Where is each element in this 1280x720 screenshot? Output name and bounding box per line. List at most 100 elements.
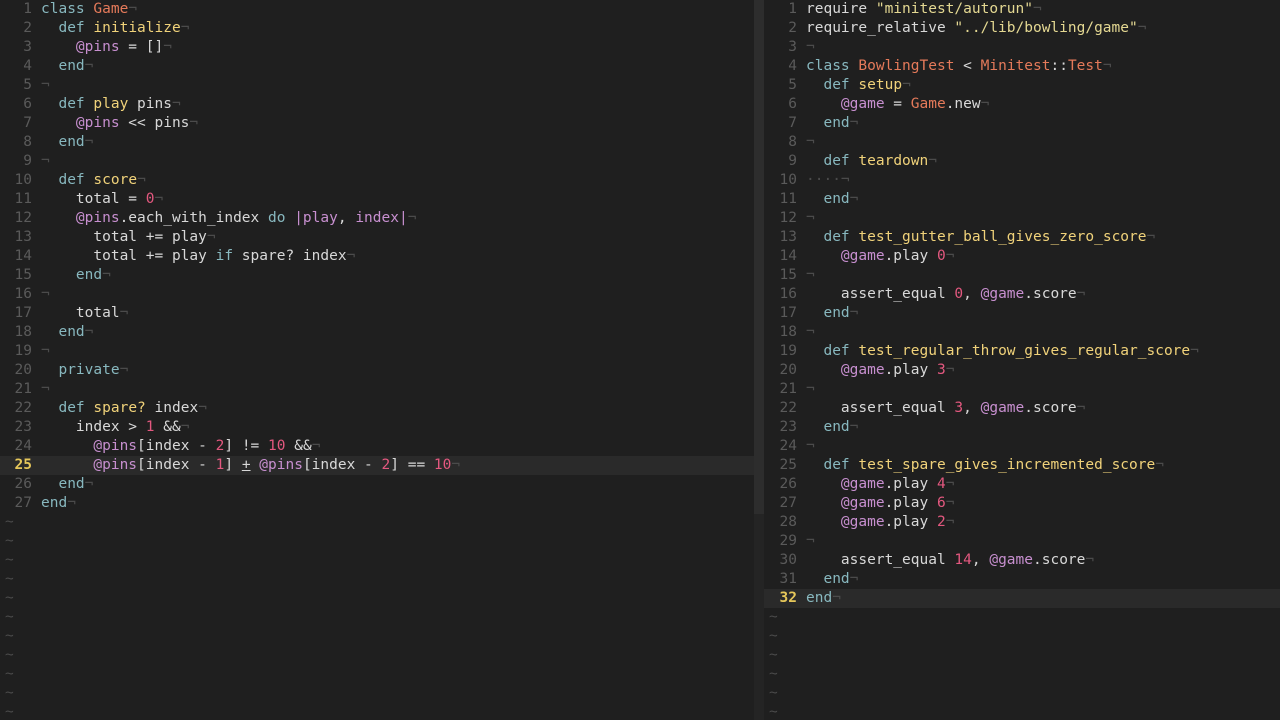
code-line[interactable]: 12 @pins.each_with_index do |play, index… bbox=[0, 209, 754, 228]
code-line[interactable]: 12 ¬ bbox=[764, 209, 1280, 228]
code-line[interactable]: 29 ¬ bbox=[764, 532, 1280, 551]
code-line[interactable]: 8 end¬ bbox=[0, 133, 754, 152]
eol-marker: ¬ bbox=[945, 248, 955, 264]
code-line[interactable]: 13 total += play¬ bbox=[0, 228, 754, 247]
code-line[interactable]: 11 end¬ bbox=[764, 190, 1280, 209]
code-token: @game bbox=[980, 400, 1025, 416]
code-line[interactable]: 21 ¬ bbox=[764, 380, 1280, 399]
tilde-marker: ~ bbox=[5, 571, 14, 587]
code-line[interactable]: 15 end¬ bbox=[0, 266, 754, 285]
code-line[interactable]: 14 total += play if spare? index¬ bbox=[0, 247, 754, 266]
code-line[interactable]: 32 end¬ bbox=[764, 589, 1280, 608]
code-line[interactable]: 4 class BowlingTest < Minitest::Test¬ bbox=[764, 57, 1280, 76]
tilde-marker: ~ bbox=[769, 609, 778, 625]
code-line[interactable]: 7 @pins << pins¬ bbox=[0, 114, 754, 133]
code-line[interactable]: 6 @game = Game.new¬ bbox=[764, 95, 1280, 114]
code-token: index bbox=[355, 210, 399, 226]
code-token: ] bbox=[224, 457, 242, 473]
empty-buffer-line: ~ bbox=[0, 665, 754, 684]
eol-marker: ¬ bbox=[163, 39, 172, 55]
line-number: 29 bbox=[779, 533, 797, 549]
code-token: , bbox=[963, 286, 981, 302]
code-token: total = bbox=[41, 191, 146, 207]
code-line[interactable]: 15 ¬ bbox=[764, 266, 1280, 285]
code-token: ] == bbox=[390, 457, 434, 473]
code-line[interactable]: 2 require_relative "../lib/bowling/game"¬ bbox=[764, 19, 1280, 38]
code-line[interactable]: 3 @pins = []¬ bbox=[0, 38, 754, 57]
code-line[interactable]: 9 def teardown¬ bbox=[764, 152, 1280, 171]
code-line[interactable]: 26 end¬ bbox=[0, 475, 754, 494]
code-line[interactable]: 27 end¬ bbox=[0, 494, 754, 513]
code-line[interactable]: 28 @game.play 2¬ bbox=[764, 513, 1280, 532]
code-token: = bbox=[884, 96, 911, 112]
code-token: end bbox=[58, 58, 85, 74]
code-token: def bbox=[823, 153, 850, 169]
pane-divider[interactable] bbox=[754, 0, 764, 720]
empty-buffer-line: ~ bbox=[0, 627, 754, 646]
code-line[interactable]: 5 ¬ bbox=[0, 76, 754, 95]
code-line[interactable]: 10 ····¬ bbox=[764, 171, 1280, 190]
code-line[interactable]: 27 @game.play 6¬ bbox=[764, 494, 1280, 513]
code-line[interactable]: 18 ¬ bbox=[764, 323, 1280, 342]
code-line[interactable]: 8 ¬ bbox=[764, 133, 1280, 152]
code-line[interactable]: 5 def setup¬ bbox=[764, 76, 1280, 95]
code-token: 6 bbox=[936, 495, 946, 511]
line-number: 19 bbox=[14, 343, 32, 359]
code-line[interactable]: 17 end¬ bbox=[764, 304, 1280, 323]
code-line[interactable]: 3 ¬ bbox=[764, 38, 1280, 57]
code-line[interactable]: 19 def test_regular_throw_gives_regular_… bbox=[764, 342, 1280, 361]
code-pane-game[interactable]: 1 class Game¬ 2 def initialize¬ 3 @pins = [… bbox=[0, 0, 754, 720]
code-line[interactable]: 2 def initialize¬ bbox=[0, 19, 754, 38]
code-line[interactable]: 13 def test_gutter_ball_gives_zero_score… bbox=[764, 228, 1280, 247]
code-line[interactable]: 31 end¬ bbox=[764, 570, 1280, 589]
code-token: def bbox=[823, 77, 850, 93]
code-line[interactable]: 10 def score¬ bbox=[0, 171, 754, 190]
code-line[interactable]: 23 end¬ bbox=[764, 418, 1280, 437]
code-line[interactable]: 30 assert_equal 14, @game.score¬ bbox=[764, 551, 1280, 570]
eol-marker: ¬ bbox=[1190, 343, 1199, 359]
code-line[interactable]: 14 @game.play 0¬ bbox=[764, 247, 1280, 266]
code-line[interactable]: 25 def test_spare_gives_incremented_scor… bbox=[764, 456, 1280, 475]
code-line[interactable]: 26 @game.play 4¬ bbox=[764, 475, 1280, 494]
code-token: 10 bbox=[433, 457, 452, 473]
code-line[interactable]: 20 @game.play 3¬ bbox=[764, 361, 1280, 380]
tilde-marker: ~ bbox=[5, 533, 14, 549]
code-line[interactable]: 20 private¬ bbox=[0, 361, 754, 380]
code-pane-bowling-test[interactable]: 1 require "minitest/autorun"¬ 2 require_rel… bbox=[764, 0, 1280, 720]
code-token: BowlingTest bbox=[858, 58, 955, 74]
code-token: pins bbox=[128, 96, 172, 112]
tilde-marker: ~ bbox=[5, 704, 14, 720]
code-token: + bbox=[241, 457, 251, 473]
code-token: if bbox=[215, 248, 234, 264]
code-line[interactable]: 22 assert_equal 3, @game.score¬ bbox=[764, 399, 1280, 418]
code-token: @pins bbox=[93, 438, 138, 454]
code-line[interactable]: 24 ¬ bbox=[764, 437, 1280, 456]
code-token: def bbox=[823, 457, 850, 473]
code-line[interactable]: 7 end¬ bbox=[764, 114, 1280, 133]
code-line[interactable]: 1 class Game¬ bbox=[0, 0, 754, 19]
code-token: [index - bbox=[137, 438, 216, 454]
code-line[interactable]: 23 index > 1 &&¬ bbox=[0, 418, 754, 437]
code-line[interactable]: 22 def spare? index¬ bbox=[0, 399, 754, 418]
code-line[interactable]: 11 total = 0¬ bbox=[0, 190, 754, 209]
eol-marker: ¬ bbox=[346, 248, 356, 264]
code-line[interactable]: 17 total¬ bbox=[0, 304, 754, 323]
code-line[interactable]: 18 end¬ bbox=[0, 323, 754, 342]
code-line[interactable]: 1 require "minitest/autorun"¬ bbox=[764, 0, 1280, 19]
line-number: 24 bbox=[14, 438, 32, 454]
code-line[interactable]: 16 ¬ bbox=[0, 285, 754, 304]
code-line[interactable]: 24 @pins[index - 2] != 10 &&¬ bbox=[0, 437, 754, 456]
code-line[interactable]: 9 ¬ bbox=[0, 152, 754, 171]
code-line[interactable]: 16 assert_equal 0, @game.score¬ bbox=[764, 285, 1280, 304]
code-line[interactable]: 21 ¬ bbox=[0, 380, 754, 399]
code-line[interactable]: 19 ¬ bbox=[0, 342, 754, 361]
eol-marker: ¬ bbox=[1137, 20, 1147, 36]
empty-buffer-line: ~ bbox=[0, 532, 754, 551]
eol-marker: ¬ bbox=[311, 438, 321, 454]
code-line[interactable]: 4 end¬ bbox=[0, 57, 754, 76]
code-line[interactable]: 25 @pins[index - 1] + @pins[index - 2] =… bbox=[0, 456, 754, 475]
code-line[interactable]: 6 def play pins¬ bbox=[0, 95, 754, 114]
